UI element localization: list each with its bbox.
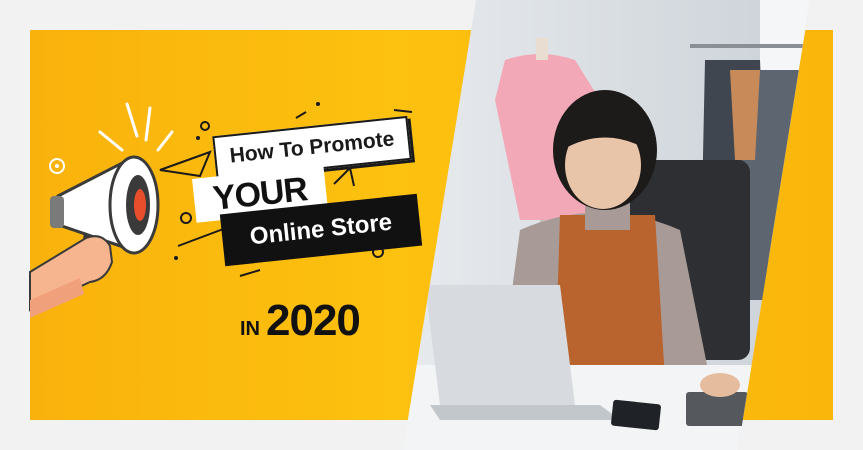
megaphone-illustration (29, 102, 413, 318)
year-prefix: IN (240, 318, 260, 340)
hand-icon (29, 235, 114, 318)
year-number: 2020 (266, 296, 361, 345)
headline-year: IN 2020 (240, 296, 361, 346)
